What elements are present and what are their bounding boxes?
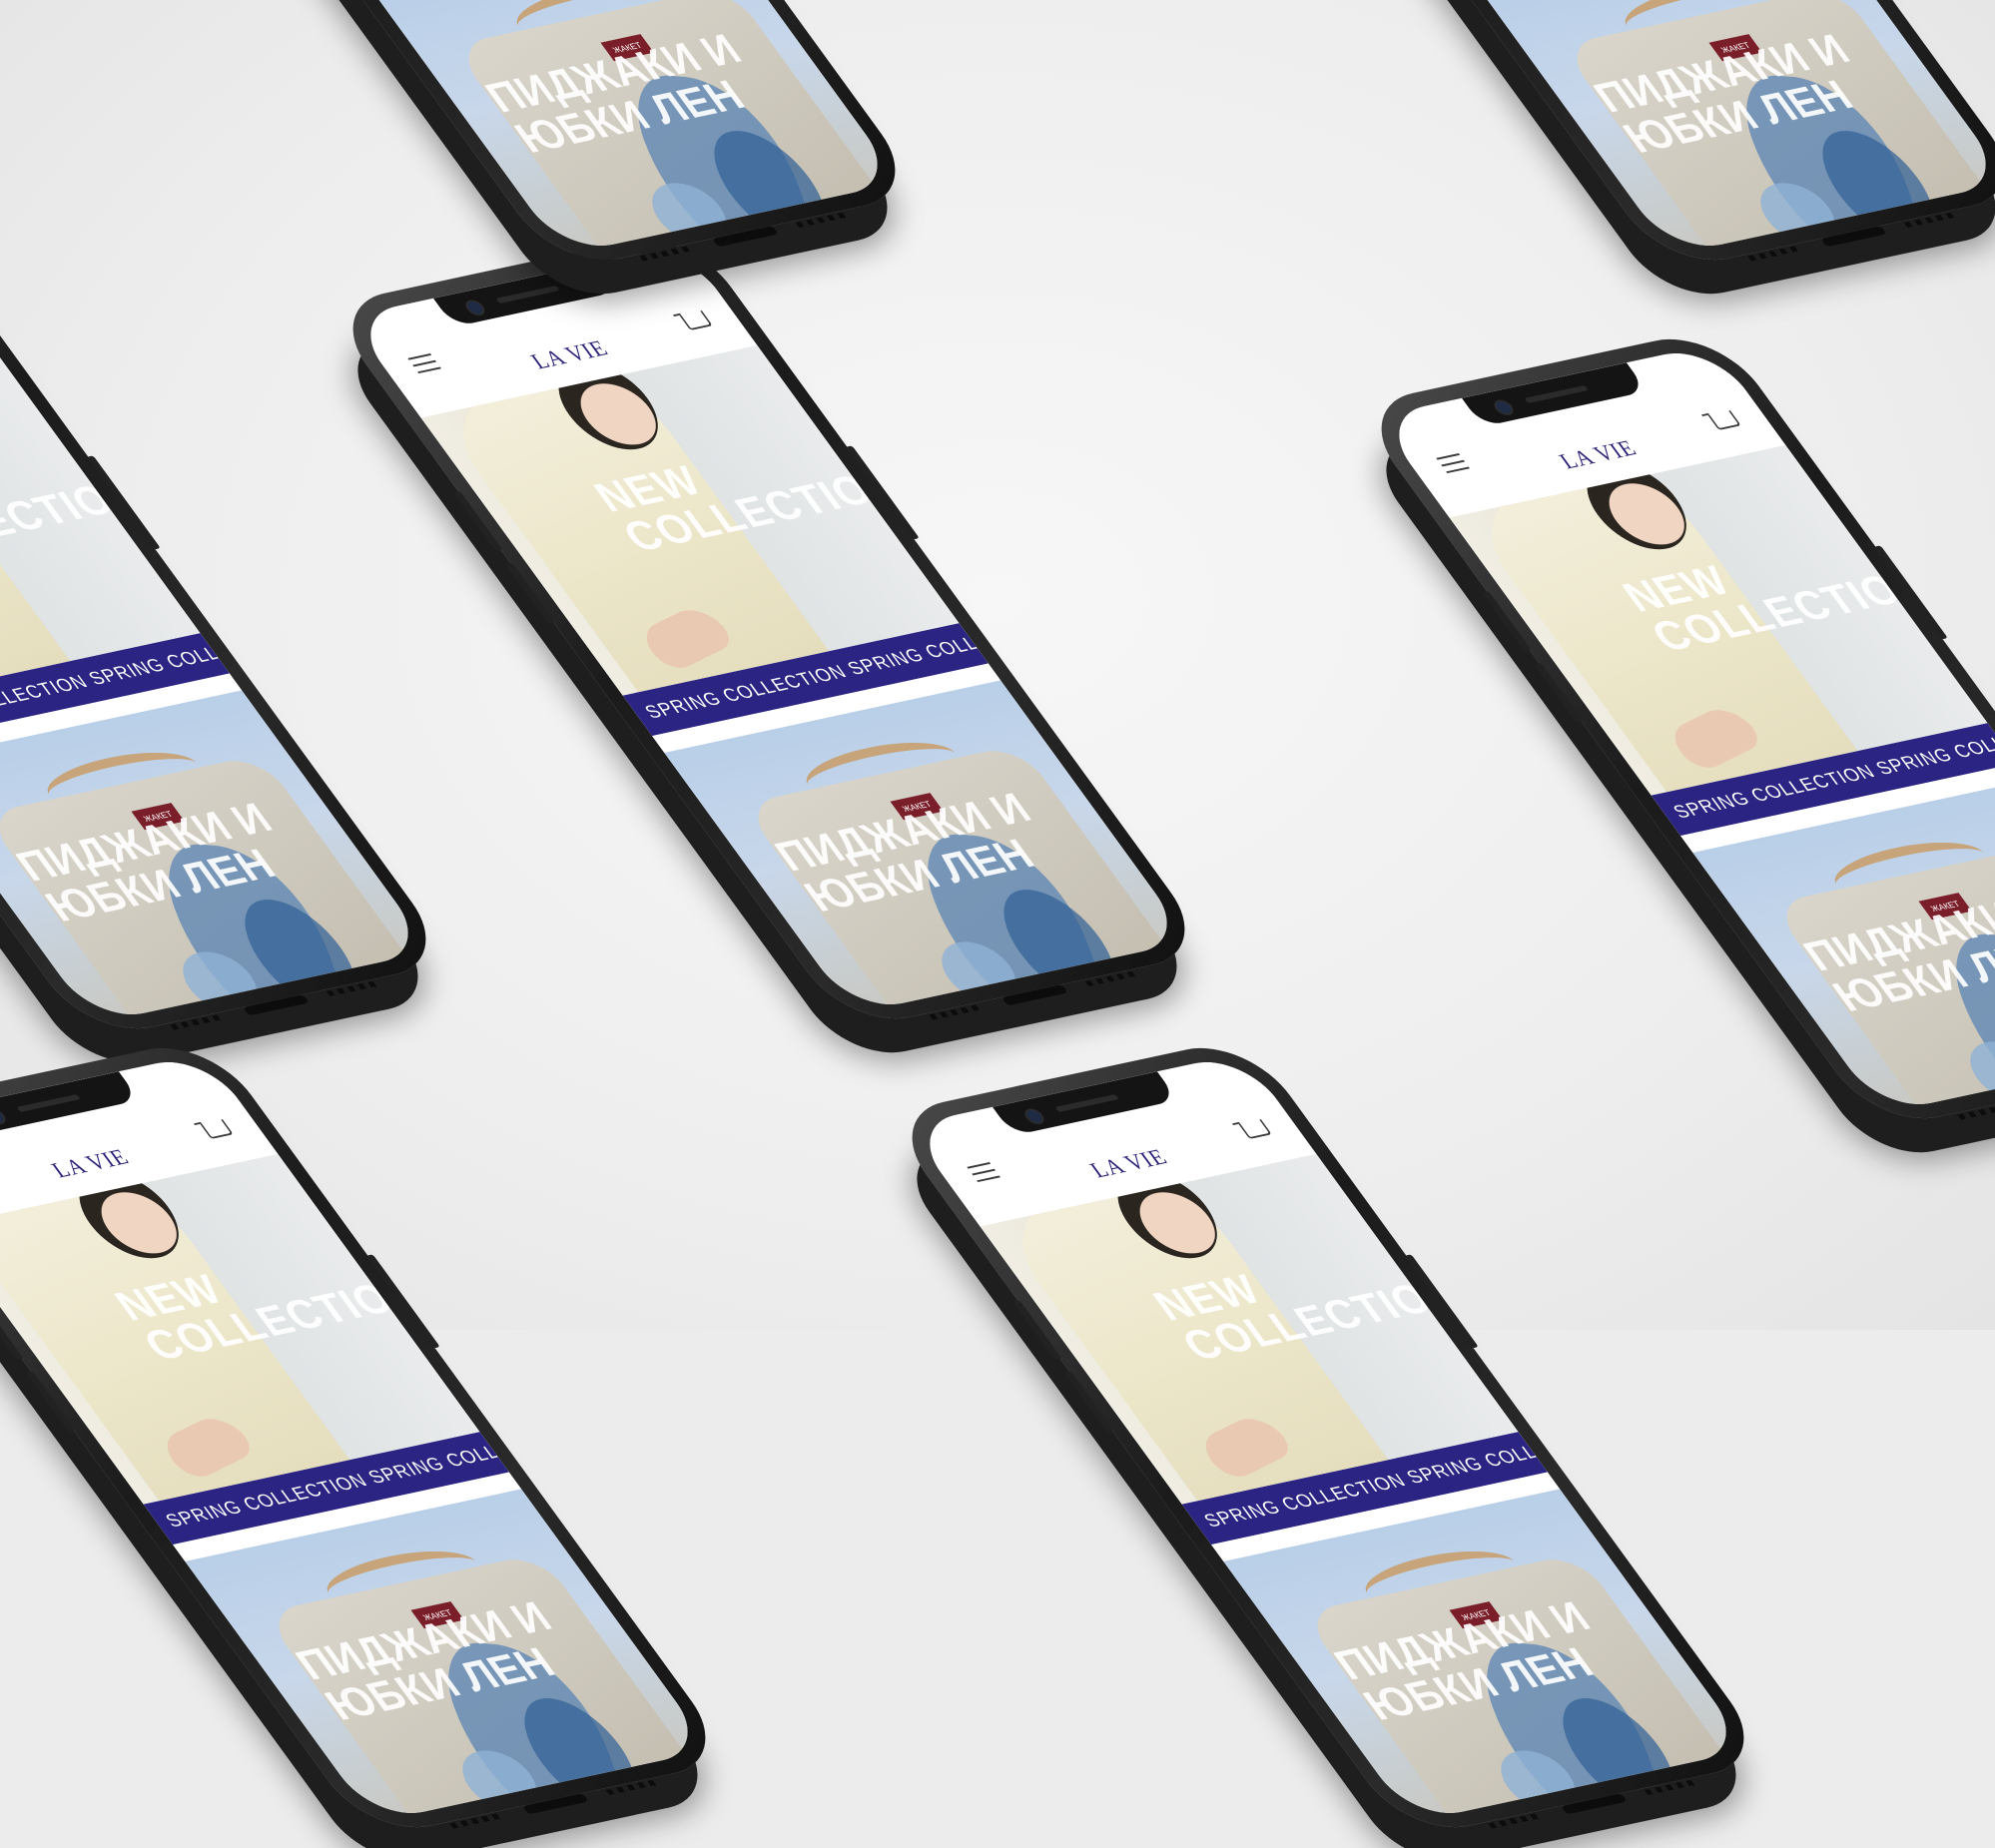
front-camera-icon	[1020, 1106, 1048, 1126]
front-camera-icon	[461, 298, 489, 317]
speaker-grill	[449, 1812, 506, 1829]
earpiece	[16, 1093, 81, 1113]
lightning-port	[1560, 1792, 1628, 1815]
earpiece	[1054, 1093, 1119, 1113]
earpiece	[1524, 384, 1589, 404]
speaker-grill	[1488, 1812, 1545, 1829]
front-camera-icon	[1490, 397, 1518, 417]
earpiece	[495, 285, 560, 305]
front-camera-icon	[0, 1106, 10, 1126]
lightning-port	[521, 1792, 589, 1815]
speaker-grill	[1644, 1778, 1700, 1796]
speaker-grill	[605, 1778, 662, 1796]
